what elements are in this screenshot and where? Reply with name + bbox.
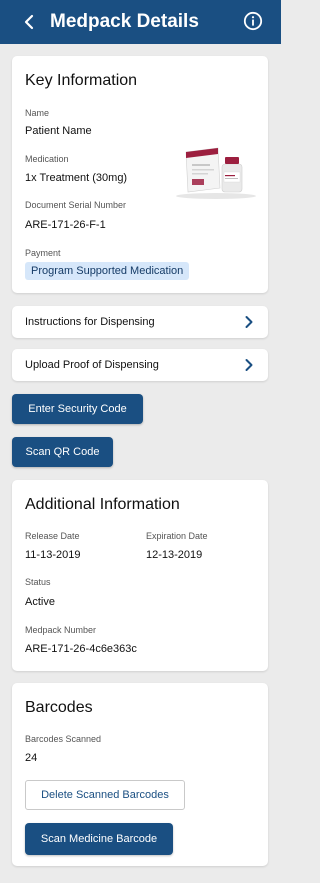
payment-badge: Program Supported Medication: [25, 262, 190, 280]
serial-number-label: Document Serial Number: [25, 200, 127, 210]
status-label: Status: [25, 577, 51, 587]
medication-label: Medication: [25, 154, 69, 164]
instructions-for-dispensing-row[interactable]: Instructions for Dispensing: [12, 306, 268, 338]
expiration-date-value: 12-13-2019: [146, 549, 203, 561]
medpack-number-value: ARE-171-26-4c6e363c: [25, 643, 137, 655]
medication-value: 1x Treatment (30mg): [25, 172, 128, 184]
barcodes-scanned-label: Barcodes Scanned: [25, 734, 102, 744]
chevron-right-icon: [245, 316, 253, 328]
serial-number-value: ARE-171-26-F-1: [25, 219, 106, 231]
upload-label: Upload Proof of Dispensing: [25, 359, 159, 371]
additional-information-title: Additional Information: [25, 496, 180, 513]
app-header: Medpack Details: [0, 0, 281, 44]
upload-proof-of-dispensing-row[interactable]: Upload Proof of Dispensing: [12, 349, 268, 381]
page-title: Medpack Details: [50, 11, 199, 32]
scan-medicine-barcode-button[interactable]: Scan Medicine Barcode: [25, 823, 173, 855]
enter-security-code-button[interactable]: Enter Security Code: [12, 394, 143, 424]
info-button[interactable]: [243, 11, 263, 31]
name-value: Patient Name: [25, 125, 92, 137]
expiration-date-label: Expiration Date: [146, 531, 208, 541]
additional-information-card: Additional Information Release Date 11-1…: [12, 480, 268, 671]
medpack-number-label: Medpack Number: [25, 625, 97, 635]
barcodes-card: Barcodes Barcodes Scanned 24 Delete Scan…: [12, 683, 268, 866]
status-value: Active: [25, 596, 55, 608]
chevron-left-icon: [24, 14, 34, 30]
key-information-title: Key Information: [25, 72, 138, 89]
info-icon: [243, 11, 263, 31]
instructions-label: Instructions for Dispensing: [25, 316, 155, 328]
delete-scanned-barcodes-button[interactable]: Delete Scanned Barcodes: [25, 780, 185, 810]
payment-label: Payment: [25, 248, 61, 258]
key-information-card: Key Information Name Patient Name Medica…: [12, 56, 268, 293]
scan-qr-code-button[interactable]: Scan QR Code: [12, 437, 113, 467]
medication-product-image: [176, 147, 256, 199]
release-date-value: 11-13-2019: [25, 549, 81, 561]
barcodes-title: Barcodes: [25, 699, 93, 716]
name-label: Name: [25, 108, 50, 118]
release-date-label: Release Date: [25, 531, 80, 541]
back-button[interactable]: [18, 9, 40, 35]
chevron-right-icon: [245, 359, 253, 371]
barcodes-scanned-value: 24: [25, 752, 38, 764]
